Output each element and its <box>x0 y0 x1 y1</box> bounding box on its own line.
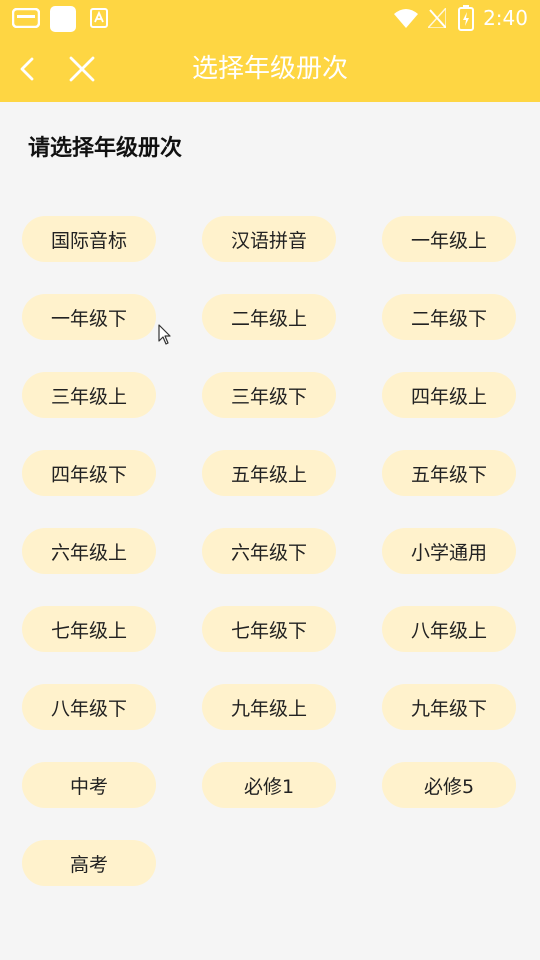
grade-chip-1a[interactable]: 一年级上 <box>382 216 516 262</box>
grade-chip-6a[interactable]: 六年级上 <box>22 528 156 574</box>
grade-chip-2a[interactable]: 二年级上 <box>202 294 336 340</box>
grade-chip-4a[interactable]: 四年级上 <box>382 372 516 418</box>
grade-chip-gaokao[interactable]: 高考 <box>22 840 156 886</box>
grade-chip-1b[interactable]: 一年级下 <box>22 294 156 340</box>
grade-chip-5b[interactable]: 五年级下 <box>382 450 516 496</box>
grade-chip-9a[interactable]: 九年级上 <box>202 684 336 730</box>
grade-chip-8b[interactable]: 八年级下 <box>22 684 156 730</box>
grade-chip-3b[interactable]: 三年级下 <box>202 372 336 418</box>
grade-chip-2b[interactable]: 二年级下 <box>382 294 516 340</box>
grade-chip-required-1[interactable]: 必修1 <box>202 762 336 808</box>
grade-chip-required-5[interactable]: 必修5 <box>382 762 516 808</box>
grade-chip-7b[interactable]: 七年级下 <box>202 606 336 652</box>
grade-chip-5a[interactable]: 五年级上 <box>202 450 336 496</box>
grade-chip-ipa[interactable]: 国际音标 <box>22 216 156 262</box>
grade-grid: 国际音标 汉语拼音 一年级上 一年级下 二年级上 二年级下 三年级上 三年级下 … <box>0 0 540 960</box>
grade-chip-6b[interactable]: 六年级下 <box>202 528 336 574</box>
grade-chip-primary-general[interactable]: 小学通用 <box>382 528 516 574</box>
grade-chip-7a[interactable]: 七年级上 <box>22 606 156 652</box>
grade-chip-9b[interactable]: 九年级下 <box>382 684 516 730</box>
grade-chip-8a[interactable]: 八年级上 <box>382 606 516 652</box>
mouse-cursor-icon <box>158 324 171 345</box>
grade-chip-pinyin[interactable]: 汉语拼音 <box>202 216 336 262</box>
grade-chip-3a[interactable]: 三年级上 <box>22 372 156 418</box>
grade-chip-zhongkao[interactable]: 中考 <box>22 762 156 808</box>
grade-chip-4b[interactable]: 四年级下 <box>22 450 156 496</box>
